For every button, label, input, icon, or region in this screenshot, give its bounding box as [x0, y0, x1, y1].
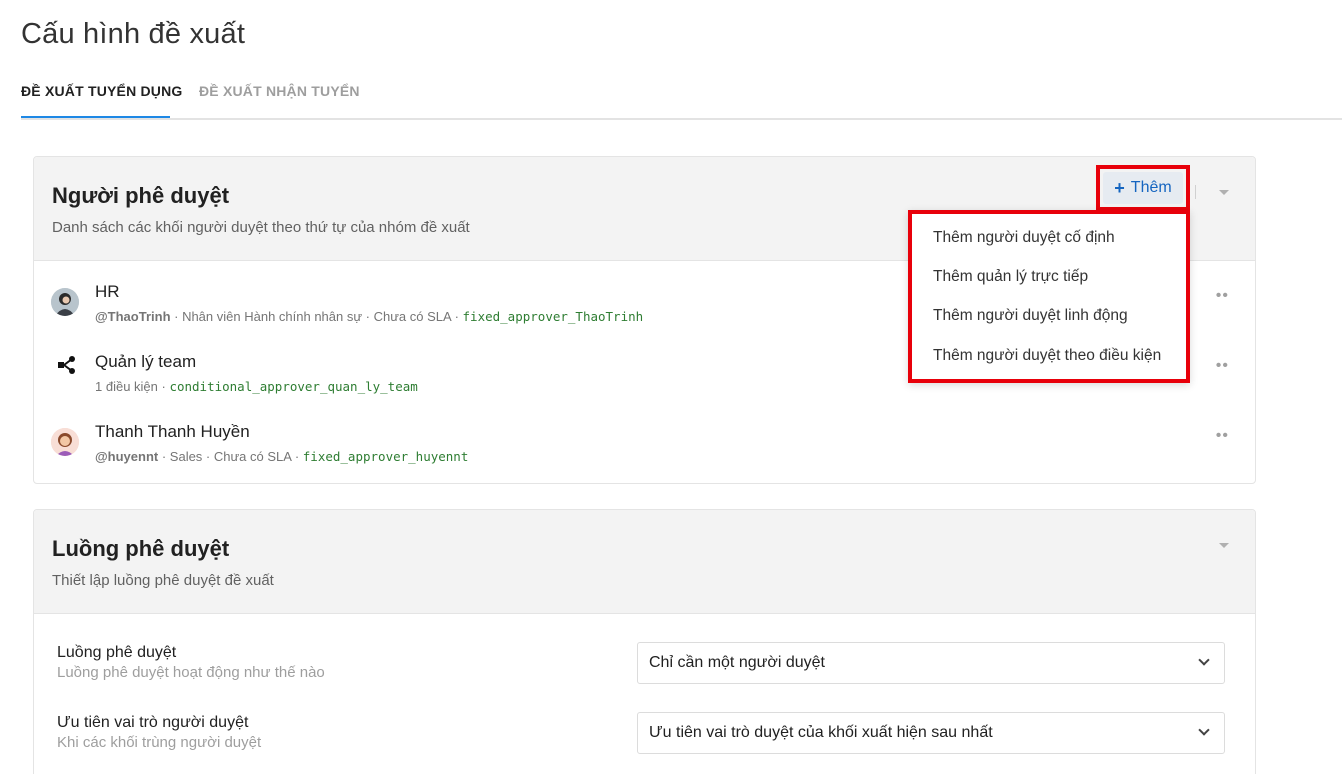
flow-card-header: Luồng phê duyệt Thiết lập luồng phê duyệ… — [34, 510, 1255, 614]
setting-row-approval-flow: Luồng phê duyệt Luồng phê duyệt hoạt độn… — [34, 642, 1255, 702]
approvers-title: Người phê duyệt — [52, 183, 230, 208]
add-button-highlight: + Thêm — [1096, 165, 1190, 211]
approver-name: Quản lý team — [95, 352, 197, 371]
menu-item-add-fixed-approver[interactable]: Thêm người duyệt cố định — [933, 229, 1115, 247]
flow-branch-icon — [56, 354, 78, 376]
chevron-down-icon — [1198, 724, 1210, 736]
approver-priority-select[interactable]: Ưu tiên vai trò duyệt của khối xuất hiện… — [637, 712, 1225, 754]
tab-bar: ĐỀ XUẤT TUYỂN DỤNG ĐỀ XUẤT NHẬN TUYỂN — [21, 72, 1342, 120]
plus-icon: + — [1114, 178, 1125, 198]
select-value: Ưu tiên vai trò duyệt của khối xuất hiện… — [649, 724, 993, 741]
approver-item: Thanh Thanh Huyền @huyennt · Sales · Chư… — [34, 405, 1255, 475]
approver-details: 1 điều kiện · — [95, 379, 170, 394]
tab-recruitment-proposal[interactable]: ĐỀ XUẤT TUYỂN DỤNG — [21, 83, 183, 99]
collapse-caret-icon[interactable] — [1219, 190, 1229, 195]
approver-code: fixed_approver_huyennt — [302, 449, 469, 464]
add-approver-button[interactable]: + Thêm — [1103, 172, 1183, 204]
tab-active-indicator — [21, 116, 170, 118]
tab-hiring-proposal[interactable]: ĐỀ XUẤT NHẬN TUYỂN — [199, 83, 360, 99]
approver-meta: 1 điều kiện · conditional_approver_quan_… — [95, 379, 418, 394]
approver-handle: @ThaoTrinh — [95, 309, 171, 324]
flow-subtitle: Thiết lập luồng phê duyệt đề xuất — [52, 572, 274, 589]
avatar — [51, 428, 79, 456]
select-value: Chỉ cần một người duyệt — [649, 654, 825, 671]
more-options-icon[interactable]: •• — [1216, 357, 1229, 375]
menu-item-add-direct-manager[interactable]: Thêm quản lý trực tiếp — [933, 268, 1088, 286]
more-options-icon[interactable]: •• — [1216, 427, 1229, 445]
header-divider — [1195, 185, 1196, 199]
approver-details: · Nhân viên Hành chính nhân sự · Chưa có… — [170, 309, 463, 324]
menu-item-add-conditional-approver[interactable]: Thêm người duyệt theo điều kiện — [933, 347, 1161, 365]
approvers-subtitle: Danh sách các khối người duyệt theo thứ … — [52, 219, 470, 236]
approver-code: conditional_approver_quan_ly_team — [169, 379, 418, 394]
approver-name: Thanh Thanh Huyền — [95, 422, 250, 441]
add-button-label: Thêm — [1130, 179, 1172, 196]
setting-label: Ưu tiên vai trò người duyệt — [57, 714, 249, 731]
approval-flow-card: Luồng phê duyệt Thiết lập luồng phê duyệ… — [33, 509, 1256, 774]
avatar — [51, 288, 79, 316]
setting-help: Khi các khối trùng người duyệt — [57, 734, 262, 751]
approver-details: · Sales · Chưa có SLA · — [158, 449, 303, 464]
setting-help: Luồng phê duyệt hoạt động như thế nào — [57, 664, 325, 681]
approver-meta: @ThaoTrinh · Nhân viên Hành chính nhân s… — [95, 309, 643, 324]
more-options-icon[interactable]: •• — [1216, 287, 1229, 305]
approver-meta: @huyennt · Sales · Chưa có SLA · fixed_a… — [95, 449, 468, 464]
menu-item-add-dynamic-approver[interactable]: Thêm người duyệt linh động — [933, 307, 1128, 325]
setting-row-approver-priority: Ưu tiên vai trò người duyệt Khi các khối… — [34, 712, 1255, 772]
approver-code: fixed_approver_ThaoTrinh — [462, 309, 644, 324]
add-approver-menu: Thêm người duyệt cố định Thêm quản lý tr… — [908, 210, 1190, 383]
approval-flow-select[interactable]: Chỉ cần một người duyệt — [637, 642, 1225, 684]
chevron-down-icon — [1198, 654, 1210, 666]
approver-handle: @huyennt — [95, 449, 159, 464]
flow-title: Luồng phê duyệt — [52, 536, 230, 561]
approver-name: HR — [95, 282, 120, 301]
collapse-caret-icon[interactable] — [1219, 543, 1229, 548]
setting-label: Luồng phê duyệt — [57, 644, 177, 661]
page-title: Cấu hình đề xuất — [21, 18, 246, 50]
